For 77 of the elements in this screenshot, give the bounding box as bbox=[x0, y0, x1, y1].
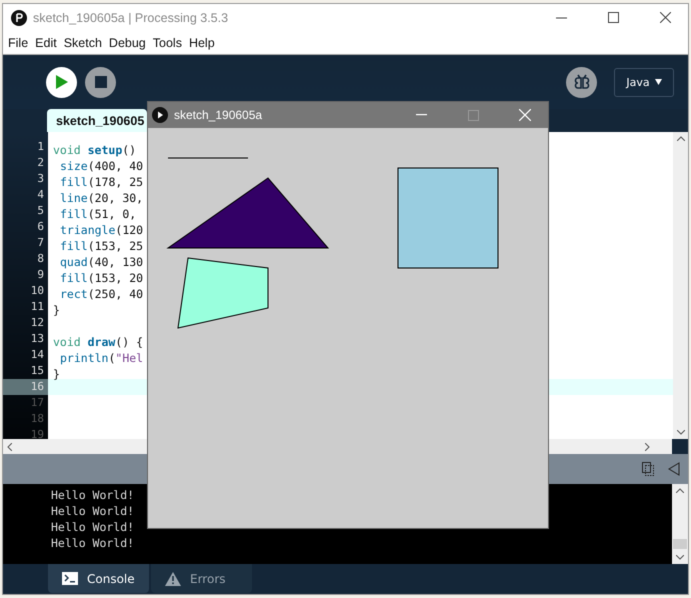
app-logo-icon bbox=[11, 10, 27, 26]
warning-icon bbox=[165, 572, 181, 586]
code-line: println("Hel bbox=[60, 350, 144, 366]
menu-item[interactable]: Help bbox=[186, 36, 220, 50]
mode-dropdown[interactable]: Java bbox=[614, 68, 674, 96]
scroll-right-icon[interactable] bbox=[645, 442, 650, 450]
code-line: void draw() { bbox=[53, 334, 144, 350]
close-icon bbox=[519, 109, 531, 121]
line-number: 9 bbox=[36, 267, 45, 283]
line-number: 1 bbox=[36, 139, 45, 155]
window-title: sketch_190605a | Processing 3.5.3 bbox=[33, 10, 230, 24]
code-line: line(20, 30, bbox=[60, 190, 144, 206]
console-output: Hello World! bbox=[51, 535, 136, 551]
scroll-down-icon[interactable] bbox=[676, 430, 684, 435]
line-number: 7 bbox=[36, 235, 45, 251]
terminal-icon bbox=[62, 572, 78, 585]
code-line: fill(153, 25 bbox=[60, 238, 144, 254]
code-line: fill(51, 0, bbox=[60, 206, 136, 222]
stop-icon bbox=[94, 76, 106, 88]
close-icon bbox=[660, 12, 670, 23]
run-button[interactable] bbox=[46, 66, 77, 98]
console-scrollbar[interactable] bbox=[672, 484, 688, 564]
editor-tab[interactable]: sketch_190605 bbox=[47, 109, 147, 132]
butterfly-icon bbox=[572, 73, 590, 91]
line-number: 13 bbox=[30, 331, 45, 347]
scroll-up-icon[interactable] bbox=[676, 488, 684, 493]
code-line: } bbox=[53, 302, 60, 318]
menu-item[interactable]: Debug bbox=[106, 36, 151, 50]
code-line: quad(40, 130 bbox=[60, 254, 144, 270]
code-line: triangle(120 bbox=[60, 222, 144, 238]
play-icon bbox=[56, 75, 68, 89]
line-number: 17 bbox=[30, 395, 45, 411]
line-number: 18 bbox=[30, 411, 45, 427]
collapse-icon[interactable] bbox=[668, 462, 680, 476]
menu-item[interactable]: Sketch bbox=[62, 36, 107, 50]
line-number: 2 bbox=[36, 155, 45, 171]
vertical-scrollbar[interactable] bbox=[673, 132, 688, 439]
menu-item[interactable]: Edit bbox=[33, 36, 62, 50]
scroll-up-icon[interactable] bbox=[676, 136, 684, 141]
menu-item[interactable]: File bbox=[6, 36, 34, 50]
code-line: void setup() bbox=[53, 142, 136, 158]
minimize-icon bbox=[556, 16, 566, 18]
code-line: fill(178, 25 bbox=[60, 174, 144, 190]
code-line: size(400, 40 bbox=[60, 158, 144, 174]
caret-icon bbox=[654, 79, 662, 85]
line-number: 16 bbox=[3, 379, 48, 395]
line-number: 3 bbox=[36, 171, 45, 187]
line-number: 12 bbox=[30, 315, 45, 331]
line-number: 15 bbox=[30, 363, 45, 379]
panel-tab[interactable]: Console bbox=[48, 564, 149, 593]
maximize-icon bbox=[608, 12, 618, 23]
console-output: Hello World! bbox=[51, 503, 136, 519]
line-number: 14 bbox=[30, 347, 45, 363]
console-output: Hello World! bbox=[51, 487, 136, 503]
scroll-thumb[interactable] bbox=[673, 539, 687, 549]
scroll-left-icon[interactable] bbox=[7, 442, 12, 450]
line-number: 6 bbox=[36, 219, 45, 235]
line-number: 19 bbox=[30, 427, 45, 443]
minimize-icon bbox=[416, 114, 426, 116]
line-number: 11 bbox=[30, 299, 45, 315]
sketch-window-title: sketch_190605a bbox=[174, 108, 264, 122]
code-line: } bbox=[53, 366, 60, 382]
line-number: 4 bbox=[36, 187, 45, 203]
line-number: 8 bbox=[36, 251, 45, 267]
maximize-icon bbox=[468, 110, 478, 120]
panel-tab[interactable]: Errors bbox=[151, 564, 252, 593]
copy-icon[interactable] bbox=[642, 462, 654, 476]
code-line: rect(250, 40 bbox=[60, 286, 144, 302]
line-number: 10 bbox=[30, 283, 45, 299]
play-icon bbox=[152, 107, 168, 123]
scroll-down-icon[interactable] bbox=[676, 555, 684, 560]
debugger-button[interactable] bbox=[566, 66, 597, 98]
line-number: 5 bbox=[36, 203, 45, 219]
stop-button[interactable] bbox=[85, 66, 116, 98]
code-line: fill(153, 20 bbox=[60, 270, 144, 286]
menu-item[interactable]: Tools bbox=[150, 36, 187, 50]
console-output: Hello World! bbox=[51, 519, 136, 535]
